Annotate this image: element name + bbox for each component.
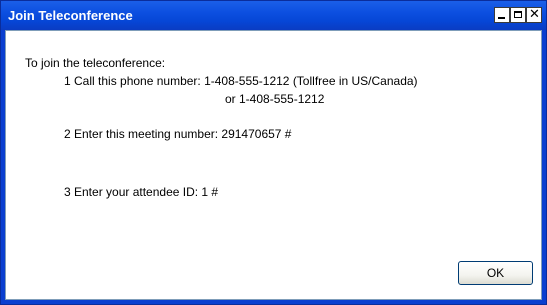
teleconference-dialog: Join Teleconference ✕ To join the teleco… <box>0 0 547 305</box>
window-title: Join Teleconference <box>8 8 133 23</box>
minimize-button[interactable] <box>494 7 510 23</box>
step-3-text: 3 Enter your attendee ID: 1 # <box>64 185 219 199</box>
step-1-alt-number: or 1-408-555-1212 <box>225 92 325 106</box>
minimize-icon <box>498 17 505 19</box>
close-button[interactable]: ✕ <box>526 7 542 23</box>
step-2-text: 2 Enter this meeting number: 291470657 # <box>64 127 292 141</box>
intro-text: To join the teleconference: <box>25 56 166 70</box>
ok-button[interactable]: OK <box>458 261 533 285</box>
close-icon: ✕ <box>529 7 540 22</box>
maximize-button[interactable] <box>510 7 526 23</box>
title-bar[interactable]: Join Teleconference ✕ <box>1 1 546 30</box>
dialog-body: To join the teleconference: 1 Call this … <box>5 30 542 300</box>
step-1-text: 1 Call this phone number: 1-408-555-1212… <box>64 74 418 88</box>
maximize-icon <box>514 11 522 18</box>
